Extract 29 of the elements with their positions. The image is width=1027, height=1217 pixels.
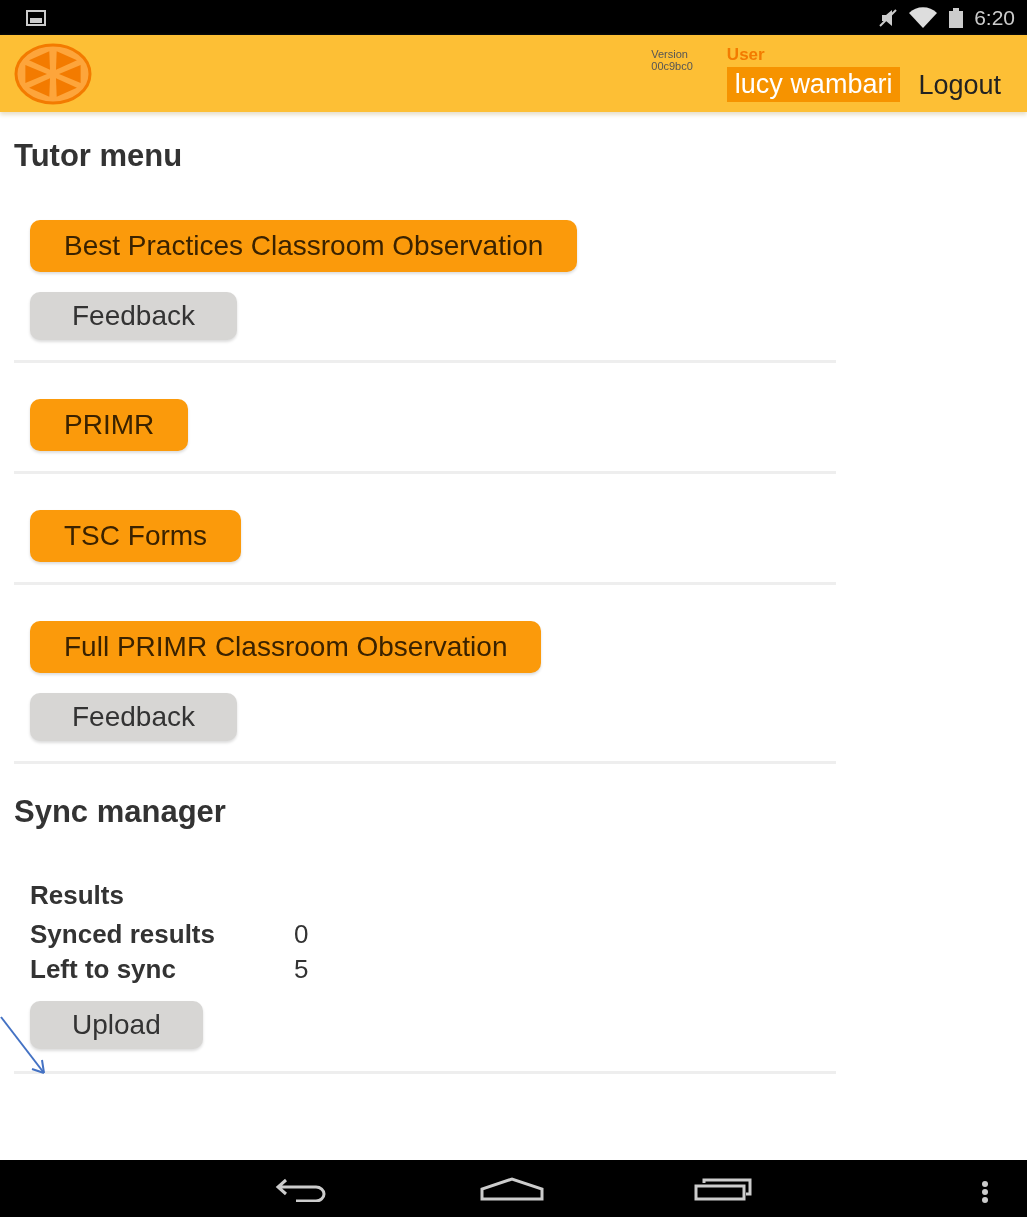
recent-apps-icon[interactable]	[693, 1176, 754, 1201]
section-heading: Tutor menu	[14, 138, 184, 174]
form-button[interactable]: PRIMR	[30, 399, 189, 451]
image-icon	[26, 9, 46, 26]
feedback-button[interactable]: Feedback	[30, 693, 237, 741]
clock-time: 6:20	[974, 5, 1015, 30]
home-icon[interactable]	[479, 1176, 544, 1201]
logout-link[interactable]: Logout	[918, 70, 1001, 101]
wifi-icon	[908, 6, 939, 29]
version-number: 00c9bc0	[651, 59, 693, 72]
form-button[interactable]: Best Practices Classroom Observation	[30, 220, 578, 272]
feedback-button[interactable]: Feedback	[30, 292, 237, 340]
mute-icon	[878, 7, 899, 28]
upload-button[interactable]: Upload	[30, 1001, 203, 1049]
sync-label: Synced results	[30, 919, 216, 950]
sync-value: 0	[294, 919, 309, 950]
section-heading: Sync manager	[14, 794, 227, 830]
menu-icon[interactable]	[981, 1180, 989, 1204]
form-button[interactable]: Full PRIMR Classroom Observation	[30, 621, 542, 673]
results-title: Results	[30, 880, 125, 911]
annotation-arrow	[0, 1015, 48, 1077]
form-button[interactable]: TSC Forms	[30, 510, 242, 562]
sync-value: 5	[294, 954, 309, 985]
version-label: Version	[651, 47, 689, 60]
sync-label: Left to sync	[30, 954, 177, 985]
user-label: User	[726, 45, 766, 65]
citrus-slice-logo-icon	[14, 42, 92, 105]
user-name: lucy wambari	[726, 67, 901, 102]
battery-icon	[948, 6, 965, 29]
